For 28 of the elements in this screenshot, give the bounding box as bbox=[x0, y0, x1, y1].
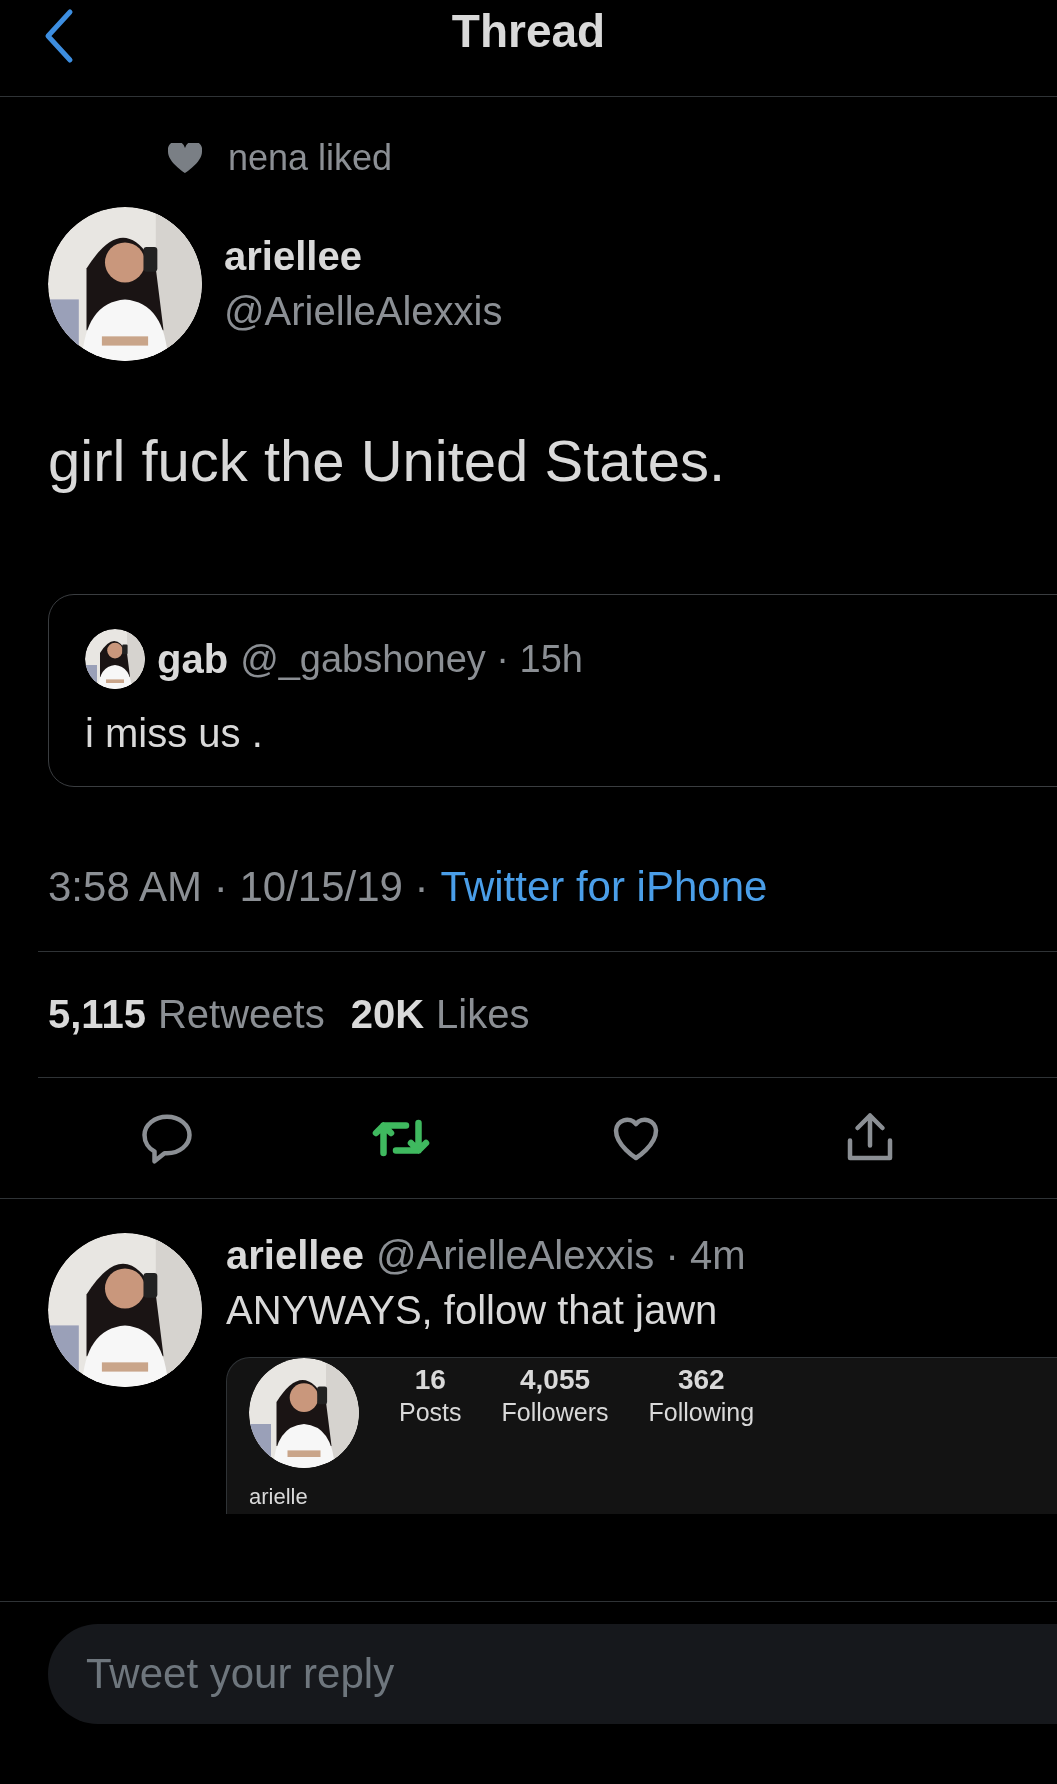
stat-count: 362 bbox=[677, 1364, 725, 1396]
attached-screenshot[interactable]: arielle 16 Posts 4,055 Followers 362 Following bbox=[226, 1357, 1057, 1514]
stat-label: Followers bbox=[501, 1398, 609, 1427]
heart-icon bbox=[168, 143, 202, 173]
stat-count: 20K bbox=[350, 992, 425, 1037]
source-link[interactable]: Twitter for iPhone bbox=[440, 863, 768, 911]
display-name: gab bbox=[157, 636, 229, 682]
stat-label: Retweets bbox=[157, 992, 325, 1037]
tweet-meta: @_gabshoney · 15h bbox=[240, 637, 583, 681]
user-handle: @ArielleAlexxis bbox=[224, 289, 503, 334]
stat-label: Likes bbox=[436, 992, 530, 1037]
stat-count: 16 bbox=[414, 1364, 446, 1396]
profile-name: arielle bbox=[249, 1484, 309, 1510]
tweet-text: ANYWAYS, follow that jawn bbox=[226, 1288, 719, 1333]
reply-input[interactable]: Tweet your reply bbox=[48, 1624, 1057, 1724]
tweet-meta: @ArielleAlexxis · 4m bbox=[375, 1233, 746, 1278]
stat-label: Posts bbox=[399, 1398, 462, 1427]
stat-count: 5,115 bbox=[48, 992, 146, 1037]
quoted-tweet[interactable]: gab @_gabshoney · 15h i miss us . bbox=[48, 594, 1057, 787]
display-name[interactable]: ariellee bbox=[226, 1233, 364, 1278]
tweet-text: i miss us . bbox=[85, 711, 264, 756]
header-title: Thread bbox=[451, 4, 606, 58]
stat-count: 4,055 bbox=[520, 1364, 591, 1396]
stat-label: Following bbox=[648, 1398, 755, 1427]
timestamp: 3:58 AM · 10/15/19 · bbox=[48, 863, 429, 911]
tweet-text: girl fuck the United States. bbox=[47, 427, 726, 494]
display-name[interactable]: ariellee bbox=[224, 234, 503, 279]
social-context: nena liked bbox=[228, 137, 393, 179]
